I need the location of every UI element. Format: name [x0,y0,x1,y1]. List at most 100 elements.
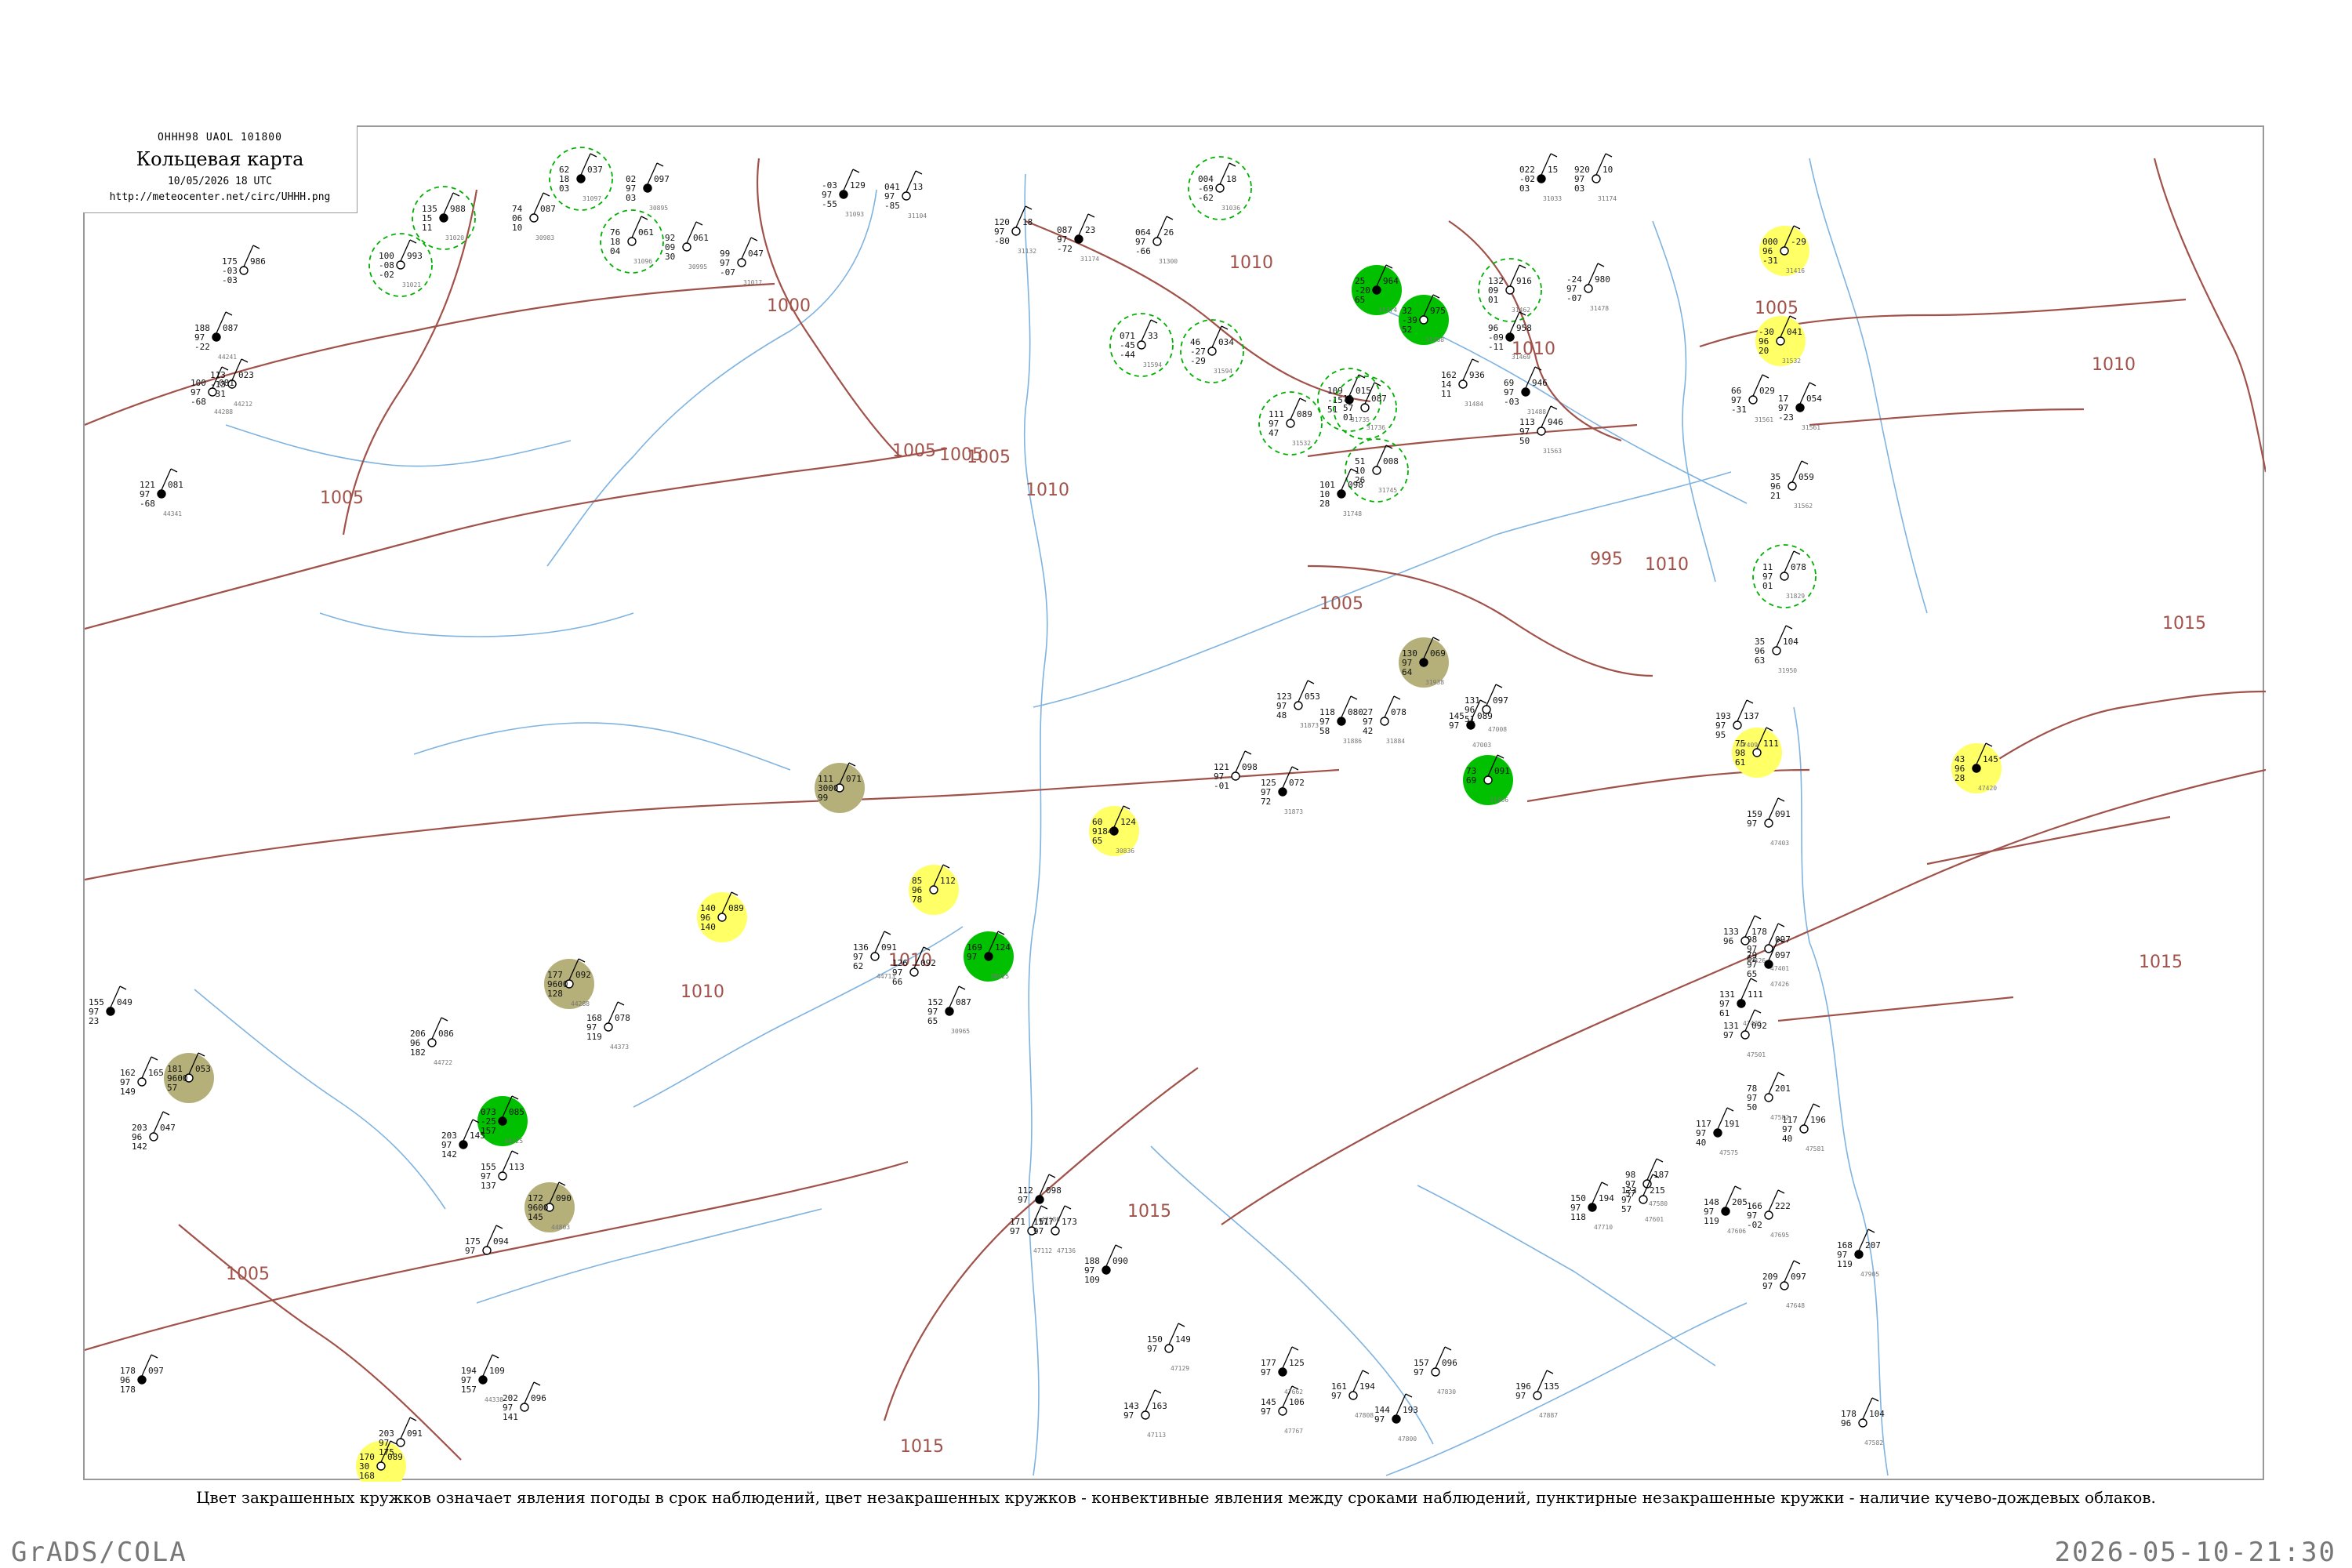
weather-station[interactable]: 202 09697141 [503,1381,546,1422]
weather-station[interactable]: 11 078970131829 [1752,544,1817,608]
wind-barb-feather-icon [1244,750,1252,755]
weather-station[interactable]: 144 1939747800 [1374,1393,1418,1443]
weather-station[interactable]: 188 08797-2244241 [194,311,238,361]
weather-station[interactable]: 168 2079711947905 [1837,1229,1881,1278]
weather-station[interactable]: 148 2059711947606 [1704,1185,1748,1235]
weather-station[interactable]: 02 097970330895 [626,162,670,212]
weather-station[interactable]: 022 15-020331033 [1519,153,1562,202]
weather-station[interactable]: 157 0969747830 [1414,1346,1457,1396]
weather-station[interactable]: 171 1779747112 [1010,1205,1054,1254]
wind-barb-feather-icon [617,1001,625,1006]
weather-station[interactable]: 166 22297-0247695 [1747,1189,1791,1239]
weather-station[interactable]: -24 98097-0731478 [1566,263,1610,312]
weather-station[interactable]: 203 04796142 [132,1111,176,1152]
weather-station[interactable]: 117 196974047581 [1782,1103,1826,1152]
weather-station[interactable]: 27 078974231884 [1363,695,1406,745]
weather-station[interactable]: 130 069976431938 [1399,637,1449,688]
weather-station[interactable]: 43 145962847420 [1951,742,2002,793]
weather-station[interactable]: 071 33-45-4431594 [1109,313,1174,377]
weather-station[interactable]: 62 037180331097 [549,147,613,211]
station-circle-icon [1713,1128,1722,1138]
weather-station[interactable]: 75 1119861 [1732,727,1782,778]
weather-station[interactable]: 117 191974047575 [1696,1107,1740,1156]
weather-station[interactable]: 087 2397-7231174 [1057,213,1099,263]
weather-station[interactable]: 150 1499747129 [1147,1323,1191,1372]
weather-station[interactable]: 111 089974731532 [1258,391,1323,456]
weather-station[interactable]: 155 11397137 [481,1150,524,1191]
weather-station[interactable]: 32 975-395231388 [1399,294,1449,345]
weather-station[interactable]: 178 1049647582 [1841,1397,1885,1446]
weather-station[interactable]: 041 1397-8531104 [884,170,927,220]
weather-station[interactable]: 004 18-69-6231036 [1188,156,1252,220]
weather-station[interactable]: 78 201975047582 [1747,1072,1791,1121]
weather-station[interactable]: 143 1639747113 [1123,1389,1167,1439]
weather-station[interactable]: 064 2697-6631300 [1135,216,1178,265]
weather-station[interactable]: 121 08197-6844341 [140,468,183,517]
wind-barb-feather-icon [656,162,664,167]
weather-station[interactable]: 112 0989747186 [1018,1174,1062,1223]
weather-station[interactable]: 162 16597149 [120,1056,164,1097]
weather-station[interactable]: 76 061180431096 [600,209,664,274]
weather-station[interactable]: 100 993-08-0231021 [368,233,433,297]
weather-station[interactable]: 194 1099715744338 [461,1354,505,1403]
weather-station[interactable]: 169 1249730925 [964,931,1014,982]
weather-station[interactable]: 000 -2996-3131416 [1759,225,1809,276]
weather-station[interactable]: 133 1789647426 [1723,915,1767,964]
weather-station[interactable]: 85 1129678 [909,864,959,915]
weather-station[interactable]: 159 0919747403 [1747,797,1791,847]
weather-station[interactable]: 99 04797-0731017 [720,237,764,286]
weather-station[interactable]: 118 080975831886 [1319,695,1363,745]
map-url[interactable]: http://meteocenter.net/circ/UHHH.png [83,191,357,203]
station-dewpoint: -66 [1135,246,1151,256]
weather-station[interactable]: -30 041962031532 [1755,315,1806,366]
station-pressure: 125 [1289,1358,1305,1368]
weather-station[interactable]: 155 0499723 [89,985,132,1026]
weather-station[interactable]: 35 059962131562 [1770,460,1814,510]
weather-station[interactable]: 35 104966331950 [1755,625,1798,674]
station-index: 31469 [1512,354,1530,361]
weather-station[interactable]: 175 986-03-03 [222,245,266,285]
weather-station[interactable]: 131 0929747501 [1723,1009,1767,1058]
weather-station[interactable]: 178 09796178 [120,1354,164,1395]
station-visibility: 96 [1723,936,1733,946]
weather-station[interactable]: 46 034-27-2931594 [1180,319,1244,383]
weather-station[interactable]: 150 1949711847710 [1570,1181,1614,1231]
weather-station[interactable]: 17 05497-2331561 [1778,382,1822,431]
weather-station[interactable]: 120 1897-8031132 [994,205,1036,255]
station-circle-icon [1764,944,1773,953]
weather-station[interactable]: 188 09097109 [1084,1244,1128,1285]
weather-station[interactable]: 177 1259747662 [1261,1346,1305,1396]
station-circle-icon [1795,403,1805,412]
weather-station[interactable]: 73 0916931866 [1463,754,1513,805]
weather-station[interactable]: 162 936141131484 [1441,358,1485,408]
weather-station[interactable]: 60 12491846530836 [1089,805,1139,856]
weather-station[interactable]: 132 916090131462 [1478,258,1542,322]
weather-station[interactable]: 152 087976530965 [927,985,971,1035]
weather-station[interactable]: 196 1359747887 [1515,1370,1559,1419]
weather-station[interactable]: 206 0869618244722 [410,1017,454,1066]
weather-station[interactable]: 161 1949747808 [1331,1370,1375,1419]
weather-station[interactable]: 131 111976147425 [1719,978,1763,1027]
weather-station[interactable]: 172 090960014544803 [524,1181,575,1232]
station-dewpoint: 40 [1782,1134,1792,1144]
weather-station[interactable]: 140 08996140 [697,891,747,942]
weather-station[interactable]: 66 02997-3131561 [1731,374,1775,423]
stations-layer: 135 988151131020100 993-08-0231021175 986-0… [89,147,2002,1482]
station-circle-icon [1141,1410,1150,1420]
weather-station[interactable]: 74 087061030983 [512,192,556,241]
weather-station[interactable]: 92 061093030995 [665,221,709,270]
weather-station[interactable]: 168 0789711944373 [586,1001,630,1051]
weather-station[interactable]: 111 071300099 [815,762,865,813]
weather-station[interactable]: 209 0979747648 [1762,1260,1806,1309]
station-index: 31562 [1794,503,1813,510]
station-pressure: 097 [1775,950,1791,960]
weather-station[interactable]: 121 09897-01 [1214,750,1258,791]
weather-station[interactable]: 181 053960057 [164,1052,214,1103]
weather-station[interactable]: -03 12997-5531093 [822,169,866,218]
weather-station[interactable]: 96 958-09-1131469 [1488,311,1532,361]
station-dewpoint: -72 [1057,244,1073,254]
weather-station[interactable]: 177 092960012844288 [544,958,594,1009]
weather-station[interactable]: 123 053974831873 [1276,680,1320,729]
weather-station[interactable]: 920 10970331174 [1574,153,1617,202]
weather-station[interactable]: 25 964-206531374 [1352,264,1402,315]
